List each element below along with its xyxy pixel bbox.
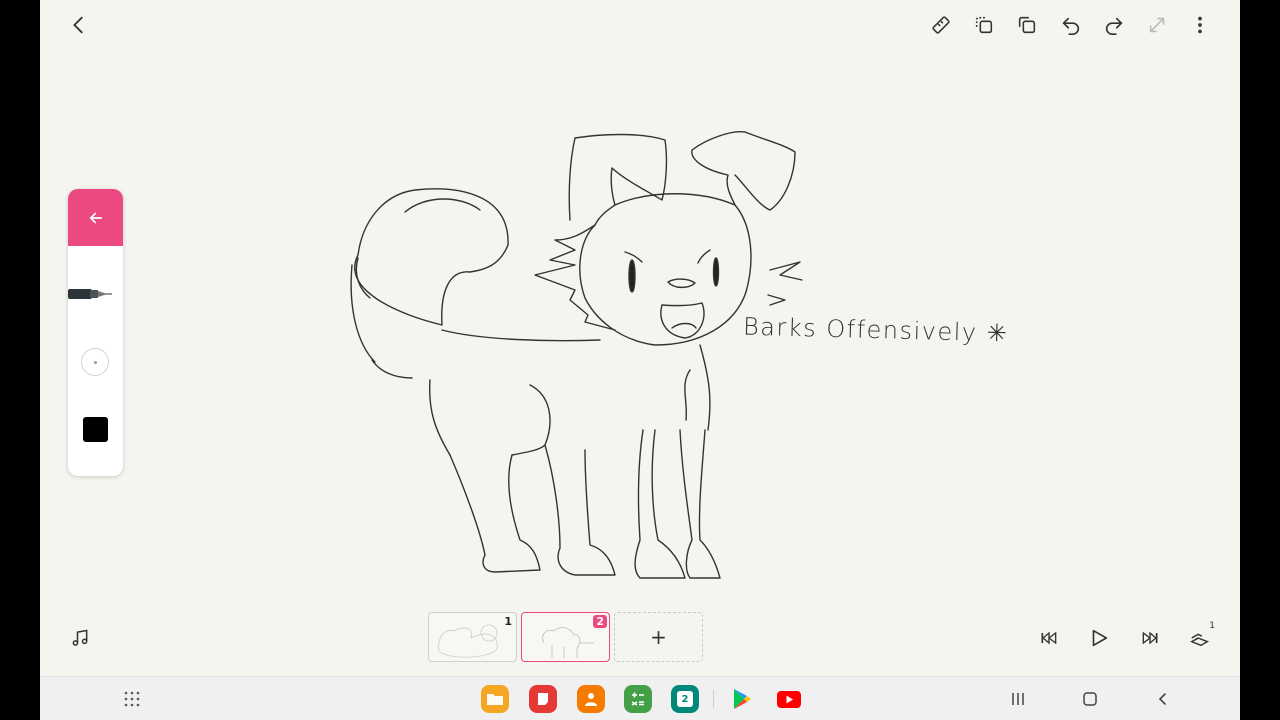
dog-left-ear-stroke xyxy=(568,133,668,221)
skip-forward-icon xyxy=(1142,631,1158,645)
forward-button[interactable] xyxy=(1137,625,1163,651)
system-back-button[interactable] xyxy=(1152,688,1174,710)
dog-front-left-leg-stroke xyxy=(634,429,686,579)
home-icon xyxy=(1083,692,1097,706)
drawing-canvas[interactable] xyxy=(40,0,1240,600)
dog-left-eye xyxy=(628,259,636,293)
chevron-left-icon xyxy=(1158,693,1166,705)
palette-collapse-button[interactable] xyxy=(68,189,123,246)
undo-icon xyxy=(1062,17,1080,35)
add-frame-button[interactable]: + xyxy=(614,612,703,662)
frame-2-number: 2 xyxy=(593,615,607,628)
person-icon xyxy=(585,693,597,706)
copy-frame-icon xyxy=(975,16,993,34)
dog-tail-side-stroke xyxy=(350,264,376,363)
tool-palette xyxy=(68,189,123,476)
dog-tongue-stroke xyxy=(671,322,697,329)
play-icon xyxy=(1092,629,1108,647)
grid-icon xyxy=(124,691,140,707)
dog-right-ear-stroke xyxy=(691,131,796,211)
onion-skin-badge: 1 xyxy=(1209,621,1215,631)
play-store-app[interactable] xyxy=(728,685,756,713)
rewind-button[interactable] xyxy=(1036,625,1062,651)
my-files-app[interactable] xyxy=(481,685,509,713)
fullscreen-button[interactable] xyxy=(1142,10,1172,40)
brush-size-button[interactable] xyxy=(81,348,109,376)
redo-button[interactable] xyxy=(1099,10,1129,40)
calendar-icon: 2 xyxy=(677,691,693,707)
dog-head-stroke xyxy=(579,193,752,346)
frame-strip: 1 2 + xyxy=(428,612,703,662)
dog-back-stroke xyxy=(441,329,601,342)
dog-belly-stroke xyxy=(428,379,451,456)
ruler-button[interactable] xyxy=(926,10,956,40)
dog-head-fluff-stroke xyxy=(534,224,616,331)
dog-tail-bottom-stroke xyxy=(371,359,413,379)
dog-back-left-leg-stroke xyxy=(449,454,541,573)
contacts-app[interactable] xyxy=(577,685,605,713)
technical-pen-icon xyxy=(68,289,112,299)
calendar-app[interactable]: 2 xyxy=(671,685,699,713)
recents-icon xyxy=(1012,693,1024,705)
music-note-icon xyxy=(72,629,88,646)
brush-size-dot xyxy=(93,360,97,364)
copy-frame-button[interactable] xyxy=(969,10,999,40)
back-button[interactable] xyxy=(64,10,94,40)
app-screen: Barks Offensively ✳ 1 2 + 1 2 xyxy=(40,0,1240,720)
arrow-left-icon xyxy=(89,212,102,223)
calendar-day: 2 xyxy=(681,693,689,705)
dog-front-right-leg-stroke xyxy=(679,429,721,579)
dog-back-leg-crease-stroke xyxy=(511,444,546,456)
dog-tail-stroke xyxy=(354,188,509,326)
onion-skin-button[interactable]: 1 xyxy=(1187,621,1215,651)
youtube-icon xyxy=(777,690,801,708)
pen-tool-button[interactable] xyxy=(68,281,123,307)
dog-right-eye xyxy=(712,257,720,287)
frame-1-number: 1 xyxy=(504,615,512,628)
dog-chest-stroke xyxy=(699,344,711,431)
expand-icon xyxy=(1149,17,1165,33)
notes-app[interactable] xyxy=(529,685,557,713)
dog-right-brow-stroke xyxy=(697,249,711,264)
calculator-app[interactable] xyxy=(624,685,652,713)
color-swatch-button[interactable] xyxy=(83,417,108,442)
onion-skin-icon xyxy=(1190,633,1210,647)
more-options-button[interactable] xyxy=(1185,10,1215,40)
recent-apps-button[interactable] xyxy=(1007,688,1029,710)
app-drawer-button[interactable] xyxy=(121,688,143,710)
caption-mark: ✳ xyxy=(986,318,1009,348)
home-button[interactable] xyxy=(1079,688,1101,710)
undo-button[interactable] xyxy=(1056,10,1086,40)
notes-icon xyxy=(538,693,548,705)
skip-back-icon xyxy=(1041,631,1057,645)
duplicate-icon xyxy=(1018,16,1036,34)
frame-thumbnail-1[interactable]: 1 xyxy=(428,612,517,662)
dog-back-right-leg-stroke xyxy=(529,384,616,576)
dog-mouth-stroke xyxy=(660,302,705,339)
dog-nose-stroke xyxy=(667,278,696,289)
dog-tail-inner-stroke xyxy=(404,198,481,213)
duplicate-button[interactable] xyxy=(1012,10,1042,40)
folder-icon xyxy=(487,694,503,705)
taskbar-divider xyxy=(713,690,714,708)
music-button[interactable] xyxy=(67,625,93,651)
dog-chest-tuft-stroke xyxy=(684,369,691,421)
bark-lines-stroke xyxy=(767,261,803,306)
calculator-icon xyxy=(631,692,644,706)
more-vertical-icon xyxy=(1198,16,1202,34)
play-button[interactable] xyxy=(1086,625,1112,651)
redo-icon xyxy=(1105,17,1123,35)
play-store-icon xyxy=(734,689,751,709)
youtube-app[interactable] xyxy=(775,685,803,713)
frame-thumbnail-2[interactable]: 2 xyxy=(521,612,610,662)
ruler-icon xyxy=(932,16,950,34)
chevron-left-icon xyxy=(73,16,83,34)
